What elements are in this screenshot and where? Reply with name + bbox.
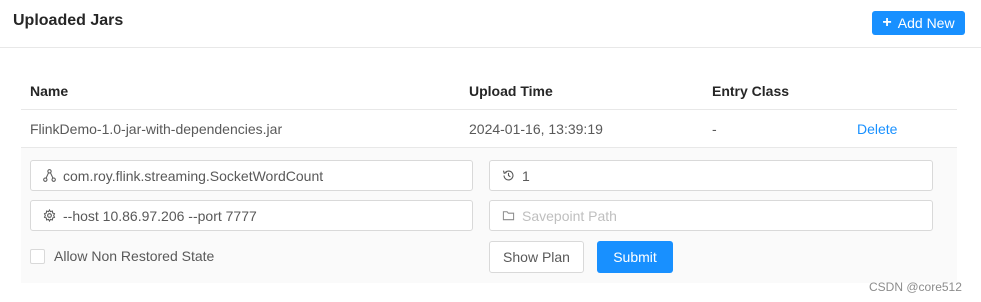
add-new-button[interactable]: + Add New [872,11,965,35]
upload-time: 2024-01-16, 13:39:19 [469,120,603,137]
folder-icon [501,209,515,223]
column-header-name: Name [30,83,69,99]
table-header: Name Upload Time Entry Class [21,73,957,110]
savepoint-path-placeholder: Savepoint Path [522,207,617,224]
program-args-value: --host 10.86.97.206 --port 7777 [63,207,257,224]
allow-non-restored-label: Allow Non Restored State [54,248,215,264]
column-header-entry-class: Entry Class [712,83,790,99]
column-header-upload-time: Upload Time [469,83,553,99]
show-plan-button[interactable]: Show Plan [489,241,584,273]
parallelism-value: 1 [522,167,530,184]
parallelism-input[interactable]: 1 [489,160,933,191]
entry-class: - [712,120,717,137]
program-args-input[interactable]: --host 10.86.97.206 --port 7777 [30,200,473,231]
submit-panel: com.roy.flink.streaming.SocketWordCount … [21,148,957,283]
submit-button[interactable]: Submit [597,241,673,273]
plus-icon: + [882,14,892,31]
delete-link[interactable]: Delete [857,110,897,147]
savepoint-path-input[interactable]: Savepoint Path [489,200,933,231]
page-title: Uploaded Jars [13,12,124,29]
gear-icon [42,209,56,223]
add-new-label: Add New [897,15,955,31]
table-row[interactable]: FlinkDemo-1.0-jar-with-dependencies.jar … [21,110,957,148]
watermark: CSDN @core512 [869,280,962,294]
entry-class-value: com.roy.flink.streaming.SocketWordCount [63,167,324,184]
jar-name: FlinkDemo-1.0-jar-with-dependencies.jar [30,120,283,137]
entry-class-input[interactable]: com.roy.flink.streaming.SocketWordCount [30,160,473,191]
allow-non-restored-option[interactable]: Allow Non Restored State [30,248,214,264]
history-icon [501,169,515,183]
page-header: Uploaded Jars + Add New [0,0,981,48]
allow-non-restored-checkbox[interactable] [30,248,45,264]
cluster-icon [42,169,56,183]
